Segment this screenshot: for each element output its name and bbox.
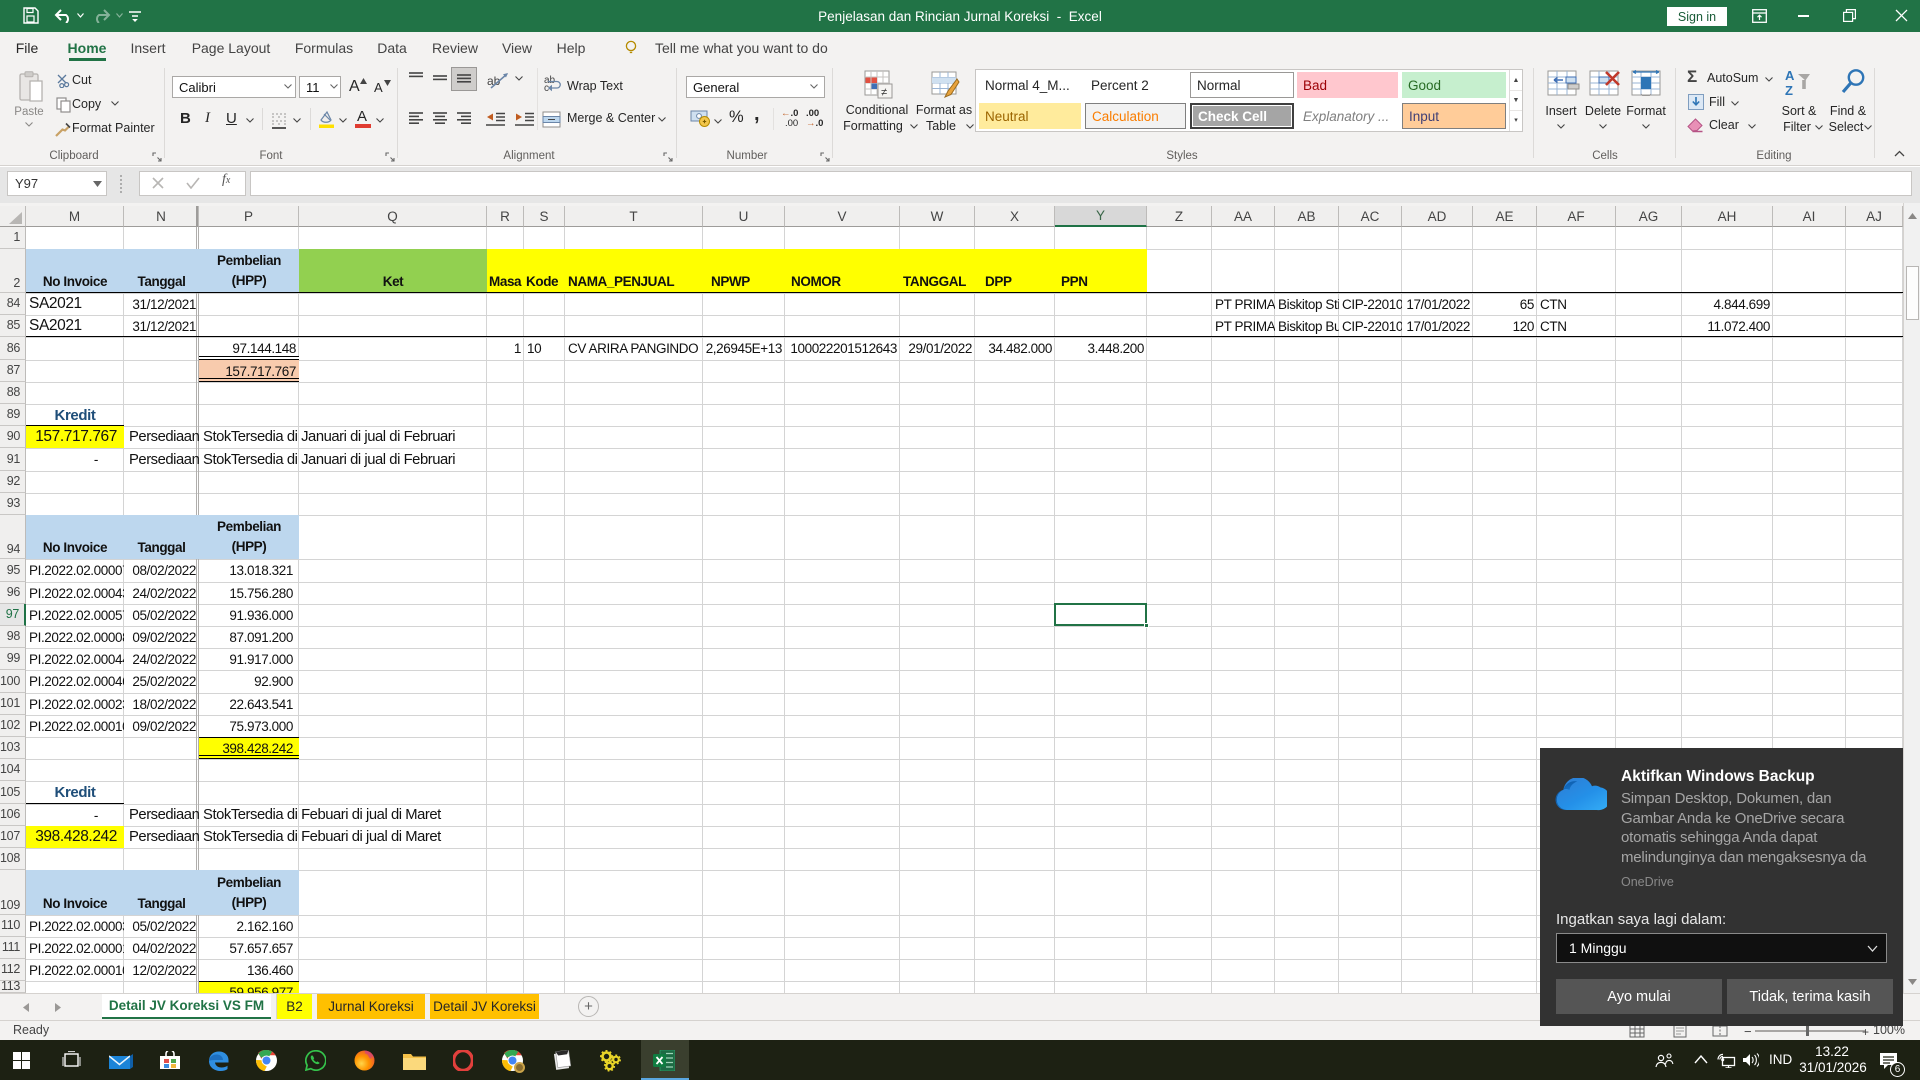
svg-text:A: A — [1785, 68, 1795, 83]
svg-text:≠: ≠ — [881, 87, 887, 99]
svg-text:Z: Z — [1785, 83, 1793, 97]
svg-text:c: c — [544, 83, 549, 92]
